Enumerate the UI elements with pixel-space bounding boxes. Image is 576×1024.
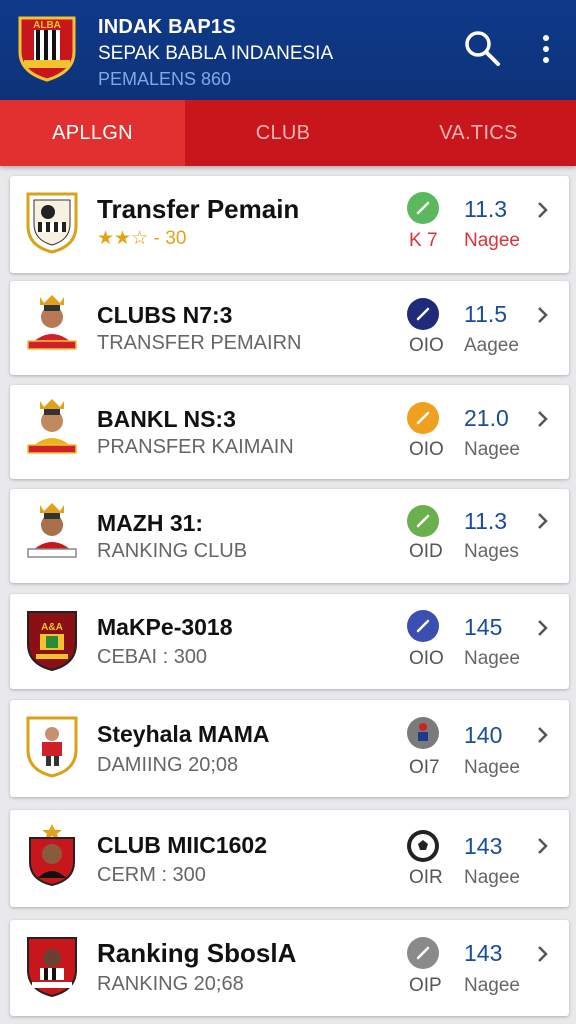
item-rating: 140 xyxy=(464,722,503,748)
tab-aplign[interactable]: APLLGN xyxy=(0,100,185,166)
app-subtitle-secondary: PEMALENS 860 xyxy=(98,69,232,89)
list-item[interactable]: Steyhala MAMA DAMIING 20;08 OI7 140 Nage… xyxy=(10,700,569,797)
item-subtitle: TRANSFER PEMAIRN xyxy=(97,332,302,354)
app-header: ALBA INDAK BAP1S SEPAK BABLA INDANESIA P… xyxy=(0,0,576,100)
item-code: OIO xyxy=(409,335,444,356)
item-name: BANKL NS:3 xyxy=(97,406,236,432)
item-name: Ranking SboslA xyxy=(97,938,297,968)
item-rating: 145 xyxy=(464,614,503,640)
item-code: OID xyxy=(409,541,443,562)
app-title: INDAK BAP1S xyxy=(98,16,236,38)
item-code: OIP xyxy=(409,975,442,996)
chevron-right-icon xyxy=(538,513,548,529)
item-unit: Aagee xyxy=(464,335,519,356)
item-name: MAZH 31: xyxy=(97,510,204,536)
svg-text:A&A: A&A xyxy=(41,622,63,633)
item-unit: Nagee xyxy=(464,757,520,778)
search-icon[interactable] xyxy=(462,28,502,68)
app-subtitle: SEPAK BABLA INDANESIA xyxy=(98,43,334,64)
item-name: Steyhala MAMA xyxy=(97,721,270,747)
chevron-right-icon xyxy=(538,307,548,323)
item-rating: 11.3 xyxy=(464,508,508,534)
club-badge-icon: A&A xyxy=(27,611,77,672)
check-icon xyxy=(407,192,439,224)
chevron-right-icon xyxy=(538,838,548,854)
item-name: Transfer Pemain xyxy=(97,194,300,224)
item-unit: Nagee xyxy=(464,439,520,460)
check-icon xyxy=(407,937,439,969)
chevron-right-icon xyxy=(538,620,548,636)
item-subtitle: CERM : 300 xyxy=(97,864,206,886)
club-logo-icon: ALBA xyxy=(18,16,76,82)
item-rating: 11.3 xyxy=(464,196,508,222)
item-code: OIR xyxy=(409,867,443,888)
list-item[interactable]: CLUBS N7:3 TRANSFER PEMAIRN OIO 11.5 Aag… xyxy=(10,281,569,375)
item-subtitle: CEBAI : 300 xyxy=(97,646,208,668)
check-icon xyxy=(407,505,439,537)
chevron-right-icon xyxy=(538,946,548,962)
item-subtitle: RANKING 20;68 xyxy=(97,973,244,995)
item-subtitle: PRANSFER KAIMAIN xyxy=(97,436,294,458)
item-rating: 21.0 xyxy=(464,405,509,431)
list-item[interactable]: CLUB MIIC1602 CERM : 300 OIR 143 Nagee xyxy=(10,810,569,907)
rating-stars: ★★☆ xyxy=(97,228,149,249)
ball-icon xyxy=(407,830,439,862)
list-item[interactable]: Ranking SboslA RANKING 20;68 OIP 143 Nag… xyxy=(10,920,569,1016)
item-rating: 143 xyxy=(464,940,503,966)
item-sub-value: - 30 xyxy=(153,228,187,249)
item-unit: Nagee xyxy=(464,648,520,669)
crest-badge-icon xyxy=(26,192,78,254)
player-badge-icon xyxy=(27,399,77,454)
player-badge-icon xyxy=(27,503,77,558)
player-icon xyxy=(407,717,439,749)
list-item[interactable]: MAZH 31: RANKING CLUB OID 11.3 Nages xyxy=(10,489,569,583)
item-rating: 11.5 xyxy=(464,301,508,327)
item-code: OI7 xyxy=(409,757,440,778)
item-subtitle: DAMIING 20;08 xyxy=(97,754,239,776)
item-code: K 7 xyxy=(409,230,438,251)
item-rating: 143 xyxy=(464,833,503,859)
check-icon xyxy=(407,298,439,330)
list-item[interactable]: BANKL NS:3 PRANSFER KAIMAIN OIO 21.0 Nag… xyxy=(10,385,569,479)
chevron-right-icon xyxy=(538,727,548,743)
item-unit: Nagee xyxy=(464,975,520,996)
item-code: OIO xyxy=(409,439,444,460)
item-name: MaKPe-3018 xyxy=(97,614,233,640)
tab-club[interactable]: CLUB xyxy=(185,100,381,166)
logo-text: ALBA xyxy=(33,20,61,31)
chevron-right-icon xyxy=(538,202,548,218)
item-subtitle: RANKING CLUB xyxy=(97,540,248,562)
player-badge-icon xyxy=(26,716,78,778)
item-unit: Nagee xyxy=(464,867,520,888)
more-options-icon[interactable] xyxy=(534,30,558,68)
tab-bar: APLLGN CLUB VA.TICS xyxy=(0,100,576,166)
player-badge-icon xyxy=(27,937,77,998)
check-icon xyxy=(407,610,439,642)
check-icon xyxy=(407,402,439,434)
item-unit: Nagee xyxy=(464,230,520,251)
player-badge-icon xyxy=(27,295,77,350)
chevron-right-icon xyxy=(538,411,548,427)
item-subtitle: ★★☆ - 30 xyxy=(97,227,186,250)
item-code: OIO xyxy=(409,648,444,669)
list-item[interactable]: A&A MaKPe-3018 CEBAI : 300 OIO 145 Nagee xyxy=(10,594,569,689)
item-unit: Nages xyxy=(464,541,519,562)
item-name: CLUB MIIC1602 xyxy=(97,832,267,858)
item-name: CLUBS N7:3 xyxy=(97,302,233,328)
player-badge-icon xyxy=(29,824,75,886)
list-item[interactable]: Transfer Pemain ★★☆ - 30 K 7 11.3 Nagee xyxy=(10,176,569,273)
tab-vatics[interactable]: VA.TICS xyxy=(381,100,576,166)
